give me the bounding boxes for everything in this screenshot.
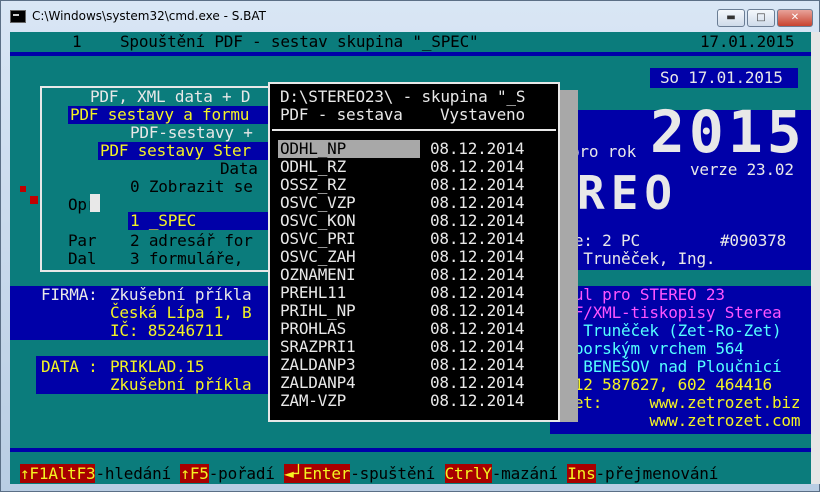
header-title: Spouštění PDF - sestav skupina "_SPEC" — [120, 32, 479, 51]
day-date: So 17.01.2015 — [660, 68, 783, 87]
header-divider — [10, 52, 811, 56]
footer-divider — [10, 448, 811, 452]
report-row[interactable]: OSVC_ZAH — [280, 248, 356, 266]
console-window: C:\Windows\system32\cmd.exe - S.BAT ▬ □ … — [0, 0, 820, 492]
bg-panel-title: PDF, XML data + D — [90, 87, 251, 106]
data-file: PRIKLAD.15 — [110, 357, 205, 376]
footer-key[interactable]: Ins — [567, 464, 596, 483]
bg-panel-row3: PDF-sestavy + — [130, 123, 263, 142]
maximize-button[interactable]: □ — [747, 9, 775, 27]
red-marker-1 — [20, 186, 26, 192]
info-line: www.zetrozet.com — [555, 411, 801, 430]
info-line: odul pro STEREO 23 — [555, 285, 725, 304]
report-row[interactable]: ZAM-VZP — [280, 392, 346, 410]
license-author: ěk Truněček, Ing. — [555, 249, 716, 268]
footer-key[interactable]: ◄┘ — [284, 464, 303, 483]
bg-panel-row5: Data — [220, 159, 258, 178]
firm-label: FIRMA: — [41, 285, 98, 304]
info-line: rnet: www.zetrozet.biz — [555, 393, 801, 412]
footer-key[interactable]: CtrlY — [444, 464, 492, 483]
scrollbar[interactable] — [811, 32, 820, 484]
cmd-icon — [10, 10, 26, 23]
report-date: 08.12.2014 — [430, 139, 525, 158]
report-date: 08.12.2014 — [430, 175, 525, 194]
data-label: DATA : — [41, 357, 98, 376]
dialog-divider — [272, 129, 556, 131]
report-row[interactable]: OSVC_KON — [280, 212, 356, 230]
console-screen[interactable]: 1 Spouštění PDF - sestav skupina "_SPEC"… — [10, 32, 811, 484]
report-date: 08.12.2014 — [430, 193, 525, 212]
report-row[interactable]: SRAZPRI1 — [280, 338, 356, 356]
report-date: 08.12.2014 — [430, 247, 525, 266]
report-date: 08.12.2014 — [430, 283, 525, 302]
red-marker-2 — [30, 196, 38, 204]
logo-year: 2015 — [650, 98, 806, 166]
report-row[interactable]: OZNAMENI — [280, 266, 356, 284]
report-date: 08.12.2014 — [430, 301, 525, 320]
report-row[interactable]: ZALDANP3 — [280, 356, 356, 374]
header-date: 17.01.2015 — [700, 32, 795, 51]
report-row[interactable]: PROHLAS — [280, 320, 346, 338]
dialog-col-report: PDF - sestava — [280, 105, 403, 124]
window-title: C:\Windows\system32\cmd.exe - S.BAT — [32, 9, 267, 23]
logo-verze: verze 23.02 — [690, 160, 794, 179]
bg-panel-item-1[interactable]: 1 _SPEC — [130, 212, 196, 230]
info-line: ěk Truněček (Zet-Ro-Zet) — [555, 321, 782, 340]
report-row[interactable]: ZALDANP4 — [280, 374, 356, 392]
report-date: 08.12.2014 — [430, 337, 525, 356]
logo-big-text: REO — [577, 166, 679, 220]
header-number: 1 — [72, 32, 82, 51]
report-date: 08.12.2014 — [430, 391, 525, 410]
info-line: Táborským vrchem 564 — [555, 339, 744, 358]
report-date: 08.12.2014 — [430, 373, 525, 392]
bg-panel-row6: 0 Zobrazit se — [130, 177, 253, 196]
footer-label: -přejmenování — [595, 464, 719, 483]
report-row[interactable]: OSSZ_RZ — [280, 176, 346, 194]
report-date: 08.12.2014 — [430, 229, 525, 248]
info-line: 22 BENEŠOV nad Ploučnicí — [555, 357, 782, 376]
bg-panel-row4: PDF sestavy Ster — [100, 141, 251, 160]
close-button[interactable]: ✕ — [777, 9, 813, 27]
bg-panel-item-3[interactable]: 3 formuláře, — [130, 250, 243, 268]
report-date: 08.12.2014 — [430, 211, 525, 230]
report-row[interactable]: OSVC_VZP — [280, 194, 356, 212]
report-row[interactable]: ODHL_RZ — [280, 158, 346, 176]
firm-name: Zkušební příkla — [110, 285, 252, 304]
bg-panel-dal: Dal — [68, 249, 97, 268]
report-row[interactable]: PREHL11 — [280, 284, 346, 302]
bg-panel-item-2[interactable]: 2 adresář for — [130, 232, 253, 250]
report-row[interactable]: OSVC_PRI — [280, 230, 356, 248]
report-date: 08.12.2014 — [430, 319, 525, 338]
cursor-block — [90, 194, 100, 212]
logo-pro-rok: pro rok — [570, 142, 637, 161]
report-date: 08.12.2014 — [430, 265, 525, 284]
report-date: 08.12.2014 — [430, 355, 525, 374]
bg-panel-par: Par — [68, 231, 97, 250]
firm-street: Česká Lípa 1, B — [110, 303, 252, 322]
minimize-button[interactable]: ▬ — [717, 9, 745, 27]
dialog-path: D:\STEREO23\ - skupina "_S — [280, 87, 526, 106]
bg-panel-row2: PDF sestavy a formu — [70, 105, 250, 124]
footer-key[interactable]: ↑F5 — [180, 464, 209, 483]
license-number: #090378 — [720, 231, 787, 250]
info-line: FDF/XML-tiskopisy Sterea — [555, 303, 782, 322]
firm-ic: IČ: 85246711 — [110, 321, 224, 340]
report-row[interactable]: ODHL_NP — [280, 140, 346, 158]
info-line: 412 587627, 602 464416 — [555, 375, 772, 394]
dialog-col-date: Vystaveno — [440, 105, 525, 124]
data-desc: Zkušební příkla — [110, 375, 252, 394]
footer-label: -pořadí — [208, 464, 285, 483]
footer-key[interactable]: AltF3 — [48, 464, 96, 483]
footer-keys: ↑F1AltF3-hledání ↑F5-pořadí ◄┘Enter-spuš… — [20, 464, 719, 483]
footer-label: -spuštění — [350, 464, 445, 483]
footer-key[interactable]: Enter — [303, 464, 350, 483]
report-date: 08.12.2014 — [430, 157, 525, 176]
report-row[interactable]: PRIHL_NP — [280, 302, 356, 320]
footer-label: -mazání — [491, 464, 568, 483]
title-bar[interactable]: C:\Windows\system32\cmd.exe - S.BAT ▬ □ … — [1, 1, 820, 31]
footer-key[interactable]: ↑F1 — [20, 464, 49, 483]
dialog-shadow — [560, 90, 578, 422]
footer-label: -hledání — [95, 464, 181, 483]
